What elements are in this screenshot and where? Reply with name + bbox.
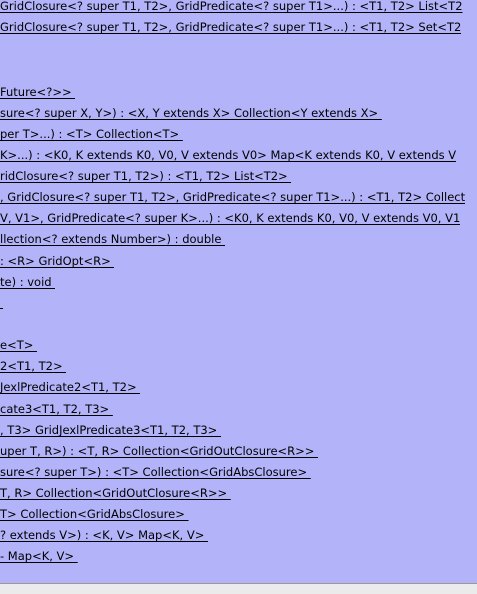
method-link[interactable]: T, R> Collection<GridOutClosure<R>> — [0, 486, 231, 501]
method-link[interactable]: - Map<K, V> — [0, 549, 78, 564]
method-link[interactable]: te) : void — [0, 275, 55, 290]
method-link[interactable]: : <R> GridOpt<R> — [0, 254, 114, 269]
method-link[interactable]: llection<? extends Number>) : double — [0, 232, 225, 247]
horizontal-scrollbar[interactable] — [0, 583, 477, 594]
method-link[interactable]: Future<?>> — [0, 85, 75, 100]
method-link[interactable]: JexlPredicate2<T1, T2> — [0, 380, 140, 395]
method-link[interactable]: ridClosure<? super T1, T2>) : <T1, T2> L… — [0, 169, 291, 184]
method-link[interactable]: ? extends V>) : <K, V> Map<K, V> — [0, 528, 208, 543]
method-link[interactable]: V, V1>, GridPredicate<? super K>...) : <… — [0, 211, 460, 226]
method-link[interactable]: cate3<T1, T2, T3> — [0, 402, 113, 417]
method-link[interactable]: , T3> GridJexlPredicate3<T1, T2, T3> — [0, 423, 221, 438]
method-link[interactable]: uper T, R>) : <T, R> Collection<GridOutC… — [0, 444, 318, 459]
method-link[interactable] — [0, 296, 3, 309]
method-link[interactable]: GridClosure<? super T1, T2>, GridPredica… — [0, 20, 461, 35]
method-link[interactable]: , GridClosure<? super T1, T2>, GridPredi… — [0, 190, 465, 205]
method-link[interactable]: e<T> — [0, 338, 37, 353]
method-link[interactable]: sure<? super X, Y>) : <X, Y extends X> C… — [0, 106, 382, 121]
method-link[interactable]: sure<? super T>) : <T> Collection<GridAb… — [0, 465, 311, 480]
method-link[interactable]: per T>...) : <T> Collection<T> — [0, 127, 183, 142]
method-link[interactable]: K>...) : <K0, K extends K0, V0, V extend… — [0, 148, 456, 163]
method-link[interactable]: 2<T1, T2> — [0, 359, 66, 374]
method-link[interactable]: T> Collection<GridAbsClosure> — [0, 507, 189, 522]
method-link[interactable]: GridClosure<? super T1, T2>, GridPredica… — [0, 0, 463, 14]
